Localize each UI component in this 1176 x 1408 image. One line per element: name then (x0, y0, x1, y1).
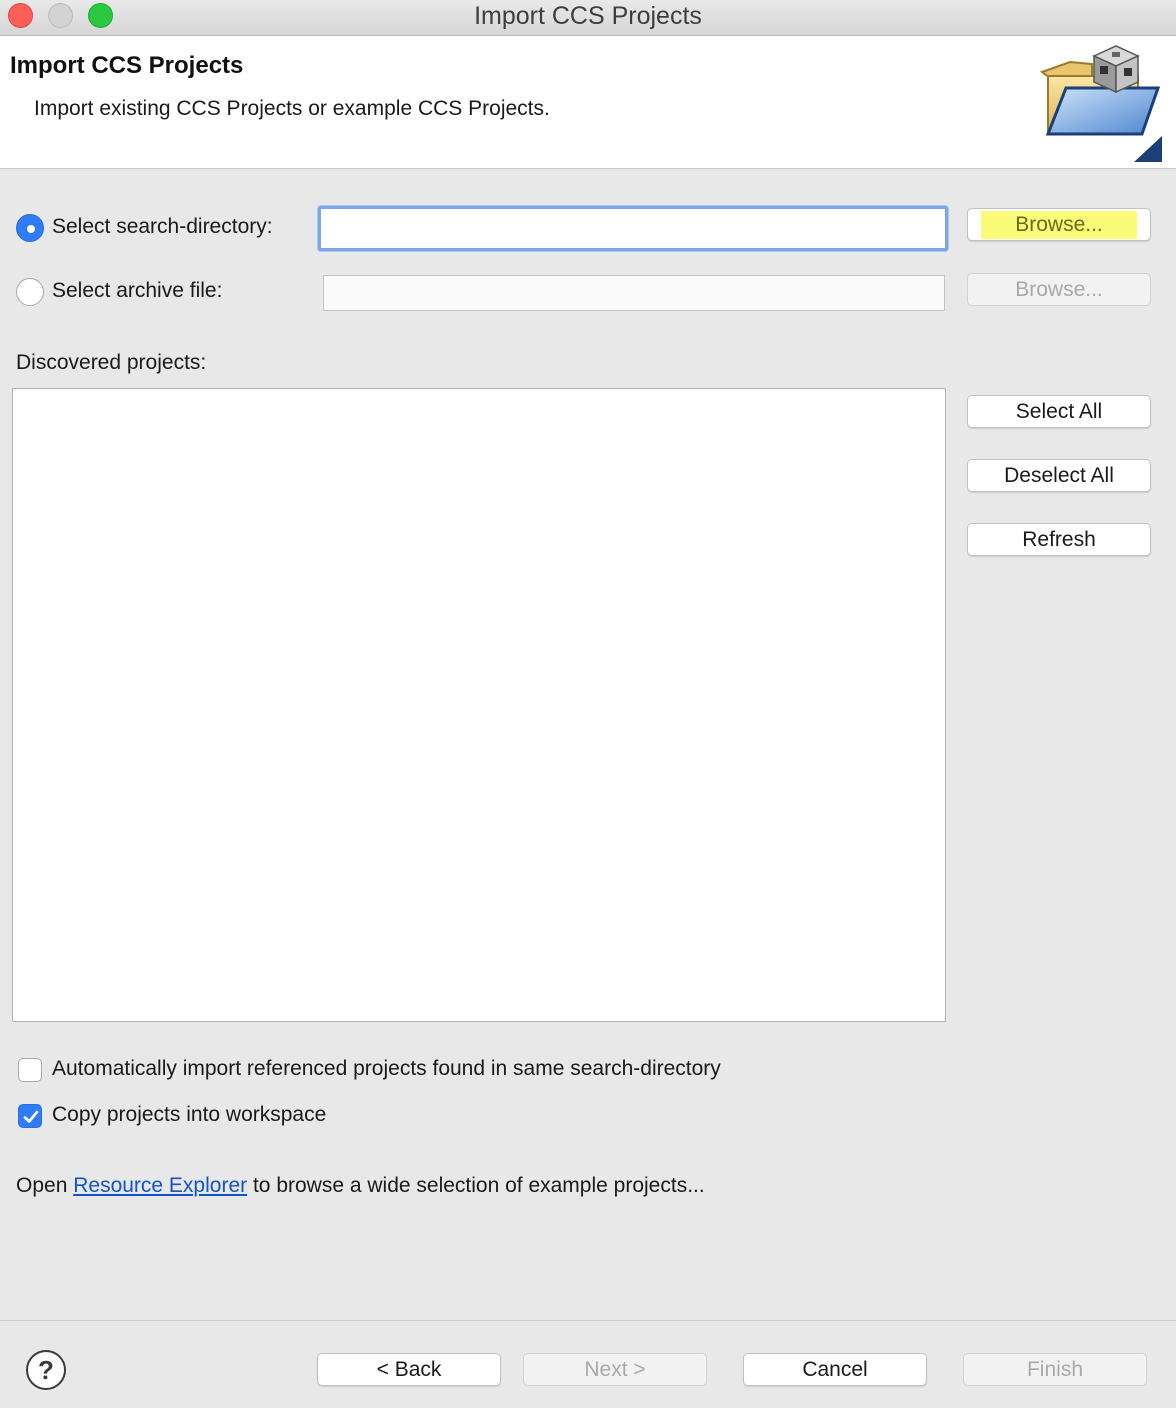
deselect-all-button[interactable]: Deselect All (967, 459, 1151, 492)
wizard-banner: Import CCS Projects Import existing CCS … (0, 36, 1176, 169)
footer-divider (0, 1320, 1176, 1321)
archive-file-radio[interactable] (16, 278, 44, 306)
search-directory-label: Select search-directory: (52, 215, 273, 238)
resource-line-prefix: Open (16, 1174, 68, 1197)
finish-button[interactable]: Finish (963, 1353, 1147, 1386)
resource-explorer-link[interactable]: Resource Explorer (73, 1174, 247, 1197)
auto-import-checkbox[interactable] (18, 1058, 42, 1082)
import-dialog: Import CCS Projects Import CCS Projects … (0, 0, 1176, 1408)
next-button[interactable]: Next > (523, 1353, 707, 1386)
browse-directory-label: Browse... (981, 210, 1137, 239)
refresh-button[interactable]: Refresh (967, 523, 1151, 556)
cancel-button[interactable]: Cancel (743, 1353, 927, 1386)
folder-with-cube-icon (1039, 45, 1162, 162)
title-bar: Import CCS Projects (0, 0, 1176, 36)
search-directory-radio[interactable] (16, 214, 44, 242)
browse-archive-button[interactable]: Browse... (967, 273, 1151, 306)
page-title: Import CCS Projects (10, 52, 244, 79)
browse-directory-button[interactable]: Browse... (967, 208, 1151, 241)
copy-into-workspace-checkbox[interactable] (18, 1104, 42, 1128)
window-title: Import CCS Projects (474, 2, 702, 30)
page-description: Import existing CCS Projects or example … (34, 97, 550, 120)
back-button[interactable]: < Back (317, 1353, 501, 1386)
search-directory-input[interactable] (318, 206, 948, 251)
resource-explorer-line: Open Resource Explorer to browse a wide … (16, 1174, 705, 1198)
copy-into-workspace-label: Copy projects into workspace (52, 1103, 327, 1126)
archive-file-label: Select archive file: (52, 279, 223, 302)
archive-file-input[interactable] (323, 275, 945, 311)
discovered-projects-label: Discovered projects: (16, 351, 207, 374)
select-all-button[interactable]: Select All (967, 395, 1151, 428)
help-icon[interactable]: ? (26, 1350, 66, 1390)
resource-line-suffix: to browse a wide selection of example pr… (252, 1174, 705, 1197)
checkmark-icon (23, 1110, 39, 1123)
discovered-projects-list[interactable] (12, 388, 946, 1022)
auto-import-label: Automatically import referenced projects… (52, 1057, 721, 1080)
